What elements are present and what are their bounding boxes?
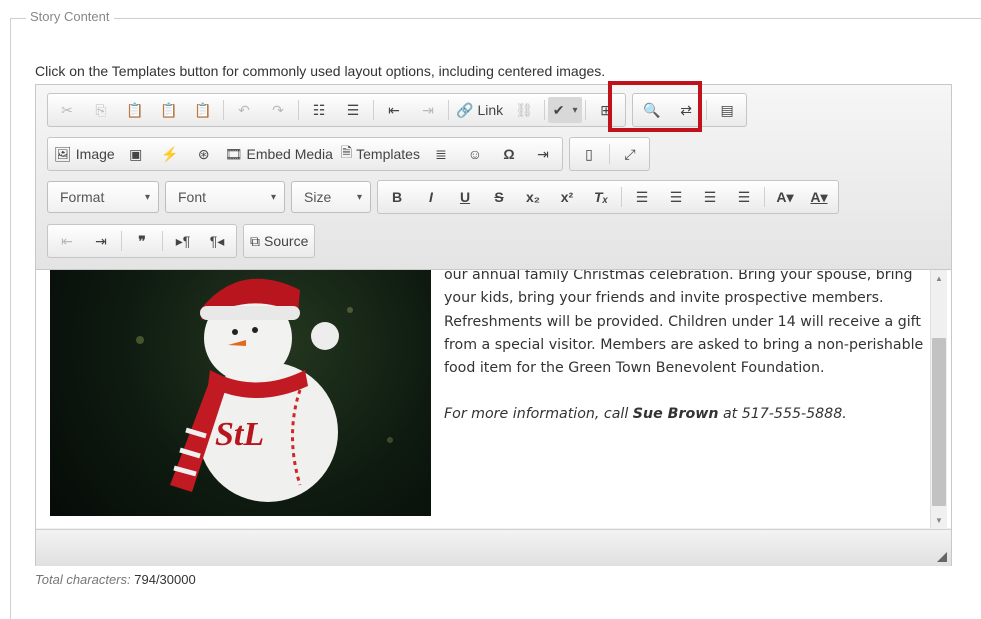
image-manager-icon[interactable]: ▣ [119,141,153,167]
decrease-indent-icon[interactable]: ⇤ [377,97,411,123]
redo-icon[interactable]: ↷ [261,97,295,123]
numbered-list-icon[interactable]: ☷ [302,97,336,123]
bold-icon[interactable]: B [380,184,414,210]
unlink-icon[interactable]: ⛓ [507,97,541,123]
font-select[interactable]: Font ▾ [165,181,285,213]
snowman-ornament-image[interactable]: StL [50,270,431,516]
templates-button[interactable]: 🗎 Templates [337,141,424,167]
italic-icon[interactable]: I [414,184,448,210]
align-right-icon[interactable]: ☰ [693,184,727,210]
strikethrough-icon[interactable]: S [482,184,516,210]
undo-icon[interactable]: ↶ [227,97,261,123]
text-color-icon[interactable]: A▾ [802,184,836,210]
outdent-icon[interactable]: ⇤ [50,228,84,254]
bulleted-list-icon[interactable]: ☰ [336,97,370,123]
chevron-down-icon: ▾ [572,104,578,116]
ltr-icon[interactable]: ▸¶ [166,228,200,254]
content-scrollbar[interactable]: ▲ ▼ [930,270,947,528]
indent-icon[interactable]: ⇥ [84,228,118,254]
counter-label: Total characters: [35,572,131,587]
blockquote-icon[interactable]: ❞ [125,228,159,254]
source-button[interactable]: ⧉ Source [246,228,312,254]
scroll-thumb[interactable] [932,338,946,506]
special-char-icon[interactable]: Ω [492,141,526,167]
spellcheck-dropdown[interactable]: ✔ ▾ [548,97,583,123]
align-center-icon[interactable]: ☰ [659,184,693,210]
resize-handle-icon[interactable] [937,552,947,562]
story-text[interactable]: our annual family Christmas celebration.… [444,270,929,427]
story-paragraph: our annual family Christmas celebration.… [444,270,924,377]
paste-icon[interactable]: 📋 [118,97,152,123]
scroll-down-arrow-icon[interactable]: ▼ [931,512,947,528]
svg-text:StL: StL [215,416,264,453]
view-group: ▯ ⤢ [568,137,650,171]
table-button-highlight-box [608,81,702,132]
source-icon: ⧉ [250,232,260,249]
templates-icon: 🗎 [340,144,353,160]
editor-toolbar: ✂ ⎘ 📋 📋 📋 ↶ ↷ ☷ ☰ ⇤ ⇥ 🔗 Link ⛓ ✔ ▾ ⊞ 🔍 ⇄… [36,85,951,270]
underline-icon[interactable]: U [448,184,482,210]
image-button[interactable]: 🖼 Image [50,141,119,167]
editor-status-bar [36,529,951,566]
rich-text-editor: ✂ ⎘ 📋 📋 📋 ↶ ↷ ☷ ☰ ⇤ ⇥ 🔗 Link ⛓ ✔ ▾ ⊞ 🔍 ⇄… [35,84,952,566]
editor-content-area[interactable]: StL our annual family Christmas celebrat… [36,270,951,528]
background-color-icon[interactable]: A▾ [768,184,802,210]
link-button[interactable]: 🔗 Link [452,97,507,123]
chevron-down-icon: ▾ [144,191,150,203]
subscript-icon[interactable]: x₂ [516,184,550,210]
clipboard-group: ✂ ⎘ 📋 📋 📋 ↶ ↷ ☷ ☰ ⇤ ⇥ 🔗 Link ⛓ ✔ ▾ ⊞ [47,93,627,127]
embed-media-button[interactable]: 🎞 Embed Media [221,141,337,167]
flash-icon[interactable]: ⚡ [153,141,187,167]
horizontal-line-icon[interactable]: ≣ [424,141,458,167]
widget-icon[interactable]: ⊛ [187,141,221,167]
snowman-ornament-illustration: StL [136,278,393,502]
block-group: ⇤ ⇥ ❞ ▸¶ ¶◂ [47,224,237,258]
copy-icon[interactable]: ⎘ [84,97,118,123]
contact-info: For more information, call Sue Brown at … [444,406,847,423]
image-icon: 🖼 [54,145,72,162]
templates-hint: Click on the Templates button for common… [35,63,606,79]
cut-icon[interactable]: ✂ [50,97,84,123]
paste-word-icon[interactable]: 📋 [186,97,220,123]
contact-name: Sue Brown [632,406,719,423]
character-counter: Total characters: 794/30000 [35,572,196,587]
fieldset-legend: Story Content [26,9,114,24]
chevron-down-icon: ▾ [356,191,362,203]
page-break-icon[interactable]: ⇥ [526,141,560,167]
rtl-icon[interactable]: ¶◂ [200,228,234,254]
paste-text-icon[interactable]: 📋 [152,97,186,123]
align-justify-icon[interactable]: ☰ [727,184,761,210]
formatting-group: B I U S x₂ x² Tₓ ☰ ☰ ☰ ☰ A▾ A▾ [377,180,839,214]
film-icon: 🎞 [224,145,243,162]
insert-group: 🖼 Image ▣ ⚡ ⊛ 🎞 Embed Media 🗎 Templates … [47,137,563,171]
show-blocks-icon[interactable]: ▯ [572,141,606,167]
size-select[interactable]: Size ▾ [291,181,371,213]
increase-indent-icon[interactable]: ⇥ [411,97,445,123]
format-select[interactable]: Format ▾ [47,181,159,213]
superscript-icon[interactable]: x² [550,184,584,210]
smiley-icon[interactable]: ☺ [458,141,492,167]
scroll-up-arrow-icon[interactable]: ▲ [931,270,947,286]
chevron-down-icon: ▾ [270,191,276,203]
select-all-icon[interactable]: ▤ [710,97,744,123]
source-group: ⧉ Source [243,224,316,258]
maximize-icon[interactable]: ⤢ [613,141,647,167]
link-icon: 🔗 [456,101,474,118]
counter-value: 794/30000 [134,572,196,587]
remove-format-icon[interactable]: Tₓ [584,184,618,210]
align-left-icon[interactable]: ☰ [625,184,659,210]
